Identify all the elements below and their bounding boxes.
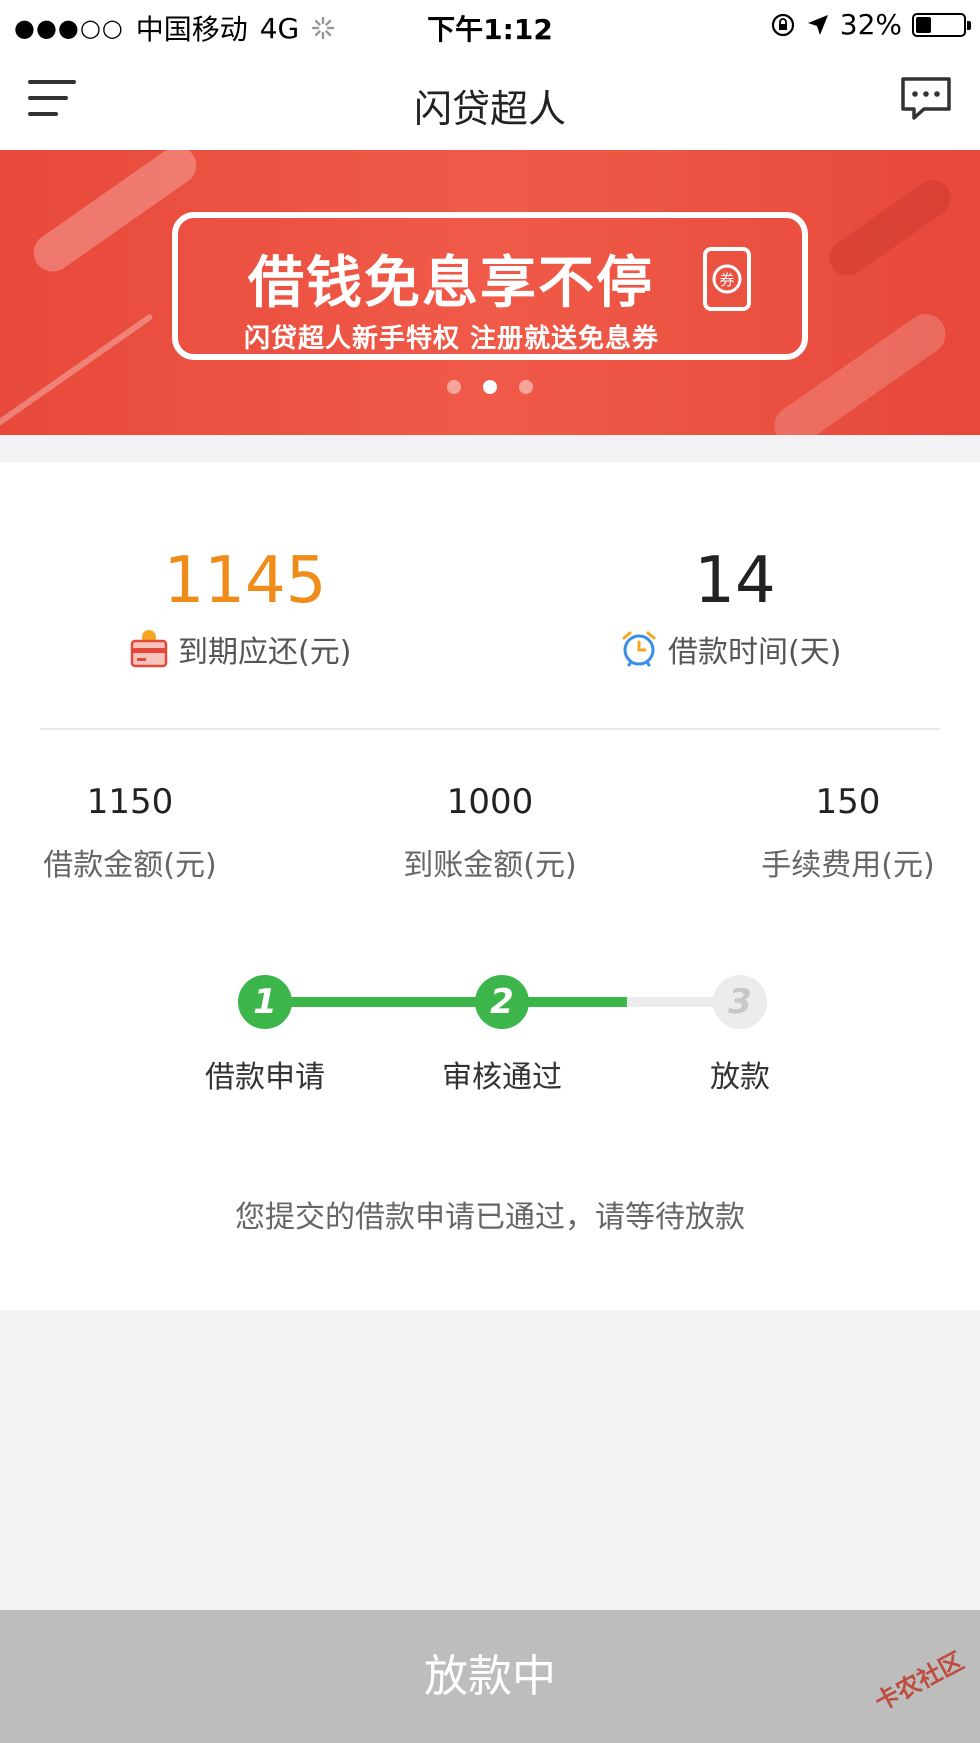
step-1-circle: 1 [238, 975, 292, 1029]
status-bar: ●●●○○ 中国移动 4G 下午1:12 32% [0, 0, 980, 50]
step-2-circle: 2 [475, 975, 529, 1029]
disbursing-button[interactable]: 放款中 [0, 1610, 980, 1743]
page-title: 闪贷超人 [413, 87, 566, 131]
step-3-label: 放款 [710, 1060, 770, 1095]
step-1-label: 借款申请 [205, 1060, 325, 1095]
wallet-icon [130, 630, 168, 668]
loan-days-label-row: 借款时间(天) [620, 627, 841, 671]
carousel-dot[interactable] [447, 380, 461, 394]
banner-title: 借钱免息享不停 [248, 251, 654, 316]
rotation-lock-icon [771, 13, 794, 36]
status-right: 32% [770, 8, 971, 41]
location-icon [807, 14, 828, 35]
banner-frame: 借钱免息享不停 闪贷超人新手特权 注册就送免息券 券 [172, 212, 808, 360]
loan-card: 1145 到期应还(元) 14 借款时间(天) 1150 借款金额(元) 100… [0, 462, 980, 1310]
carousel-dots [0, 380, 980, 394]
loan-amount-label: 借款金额(元) [43, 848, 217, 883]
repay-label-row: 到期应还(元) [130, 627, 351, 671]
banner-subtitle: 闪贷超人新手特权 注册就送免息券 [244, 324, 660, 354]
loan-amount-value: 1150 [86, 782, 174, 822]
coupon-icon: 券 [703, 247, 751, 311]
alarm-clock-icon [622, 631, 656, 667]
banner-decoration [0, 313, 154, 433]
loan-days-label: 借款时间(天) [668, 635, 842, 670]
status-notice: 您提交的借款申请已通过，请等待放款 [235, 1200, 745, 1235]
progress-line-done [265, 997, 627, 1007]
step-3-circle: 3 [713, 975, 767, 1029]
received-amount-value: 1000 [446, 782, 534, 822]
received-amount-label: 到账金额(元) [403, 848, 577, 883]
loan-days: 14 [694, 544, 776, 618]
fee-amount-label: 手续费用(元) [761, 848, 935, 883]
battery-level [916, 16, 931, 33]
carousel-dot[interactable] [519, 380, 533, 394]
coupon-char: 券 [719, 271, 734, 289]
repay-amount: 1145 [163, 544, 327, 618]
fee-amount-value: 150 [815, 782, 881, 822]
message-icon[interactable] [900, 76, 952, 122]
nav-bar: 闪贷超人 [0, 50, 980, 150]
step-2-label: 审核通过 [442, 1060, 562, 1095]
banner-decoration [822, 173, 958, 283]
promo-banner[interactable]: 借钱免息享不停 闪贷超人新手特权 注册就送免息券 券 [0, 150, 980, 435]
carousel-dot-active[interactable] [483, 380, 497, 394]
repay-label: 到期应还(元) [178, 635, 352, 670]
battery-icon [912, 12, 971, 37]
divider [40, 728, 940, 730]
battery-percent: 32% [839, 8, 902, 41]
